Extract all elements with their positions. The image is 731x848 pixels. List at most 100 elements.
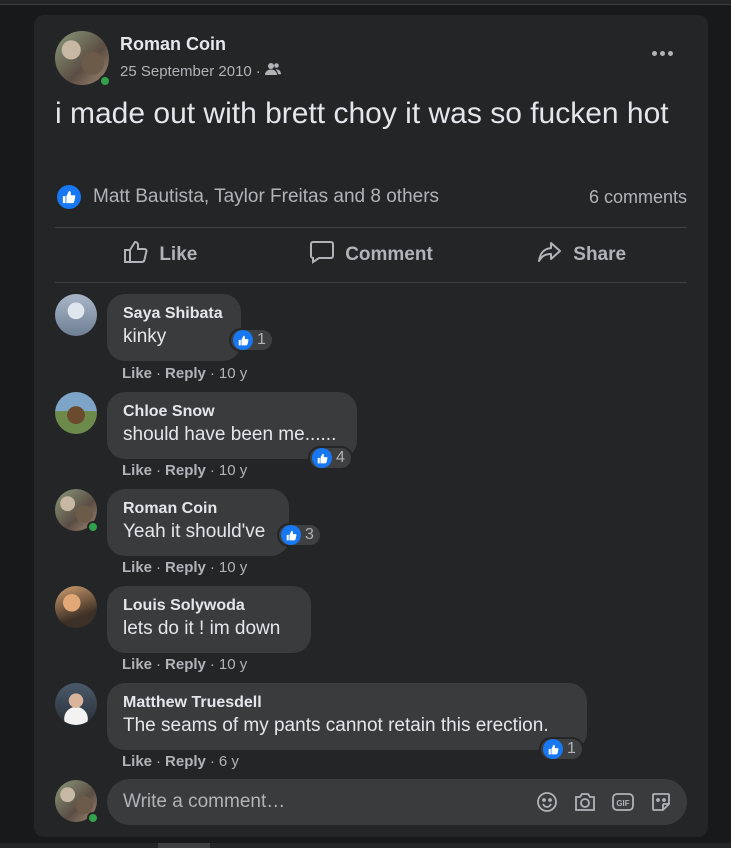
camera-icon[interactable] <box>573 790 597 814</box>
post-date[interactable]: 25 September 2010 <box>120 63 252 80</box>
separator: · <box>209 753 215 770</box>
post-meta: 25 September 2010 · <box>120 62 281 80</box>
comment-bubble-icon <box>309 240 335 270</box>
comment-label: Comment <box>345 243 433 265</box>
action-bar: Like Comment Share <box>55 227 687 282</box>
gif-icon[interactable]: GIF <box>611 790 635 814</box>
avatar-image <box>55 683 97 725</box>
composer-icons: GIF <box>535 790 673 814</box>
reaction-summary[interactable]: Matt Bautista, Taylor Freitas and 8 othe… <box>57 185 439 209</box>
commenter-avatar[interactable] <box>55 294 97 336</box>
like-reaction-icon <box>233 330 253 350</box>
comment-age[interactable]: 10 y <box>219 656 247 673</box>
commenter-avatar[interactable] <box>55 489 99 533</box>
separator: · <box>209 462 215 479</box>
bottom-bar <box>0 843 731 848</box>
online-indicator <box>87 812 99 824</box>
more-options-icon[interactable] <box>649 45 675 61</box>
post-author[interactable]: Roman Coin <box>120 34 226 55</box>
comment-like-link[interactable]: Like <box>122 656 152 673</box>
commenter-name[interactable]: Louis Solywoda <box>123 595 295 617</box>
comment-age[interactable]: 6 y <box>219 753 239 770</box>
post-card: Roman Coin 25 September 2010 · i made ou… <box>34 15 708 837</box>
emoji-icon[interactable] <box>535 790 559 814</box>
comment-reply-link[interactable]: Reply <box>165 753 206 770</box>
reaction-count: 1 <box>257 331 266 348</box>
separator: · <box>156 365 162 382</box>
comments-count[interactable]: 6 comments <box>589 187 687 208</box>
comment-input-box[interactable]: GIF <box>107 779 687 825</box>
share-arrow-icon <box>537 240 563 270</box>
reaction-count: 4 <box>336 449 345 466</box>
commenter-avatar[interactable] <box>55 683 97 725</box>
post-text: i made out with brett choy it was so fuc… <box>55 97 669 130</box>
commenter-name[interactable]: Chloe Snow <box>123 401 341 423</box>
comment-age[interactable]: 10 y <box>219 365 247 382</box>
avatar-image <box>55 294 97 336</box>
comment-reply-link[interactable]: Reply <box>165 559 206 576</box>
separator: · <box>209 365 215 382</box>
comment-age[interactable]: 10 y <box>219 462 247 479</box>
reaction-count: 3 <box>305 526 314 543</box>
like-label: Like <box>159 243 198 265</box>
like-reaction-icon <box>57 185 81 209</box>
svg-text:GIF: GIF <box>616 799 629 808</box>
comment-like-link[interactable]: Like <box>122 365 152 382</box>
comment-actions: Like · Reply · 10 y <box>122 365 247 382</box>
commenter-name[interactable]: Roman Coin <box>123 498 273 520</box>
scrollbar-thumb[interactable] <box>158 843 210 848</box>
comment-reply-link[interactable]: Reply <box>165 656 206 673</box>
comment-button[interactable]: Comment <box>266 227 477 282</box>
separator: · <box>156 559 162 576</box>
top-bar <box>0 0 731 5</box>
avatar-image <box>55 392 97 434</box>
comment-reaction-count[interactable]: 1 <box>229 328 274 352</box>
commenter-avatar[interactable] <box>55 586 97 628</box>
comment-actions: Like · Reply · 10 y <box>122 656 247 673</box>
comment-like-link[interactable]: Like <box>122 462 152 479</box>
comment-bubble: Louis Solywoda lets do it ! im down <box>107 586 311 653</box>
comment-bubble: Saya Shibata kinky <box>107 294 241 361</box>
comment-bubble: Roman Coin Yeah it should've <box>107 489 289 556</box>
comment-composer: GIF <box>55 777 687 825</box>
online-indicator <box>87 521 99 533</box>
comment-reply-link[interactable]: Reply <box>165 365 206 382</box>
my-avatar[interactable] <box>55 780 99 824</box>
avatar-image <box>55 586 97 628</box>
like-button[interactable]: Like <box>55 227 266 282</box>
commenter-name[interactable]: Matthew Truesdell <box>123 692 571 714</box>
like-reaction-icon <box>312 448 332 468</box>
commenter-avatar[interactable] <box>55 392 97 434</box>
comment-like-link[interactable]: Like <box>122 753 152 770</box>
commenter-name[interactable]: Saya Shibata <box>123 303 225 325</box>
like-reaction-icon <box>281 525 301 545</box>
meta-separator: · <box>255 62 261 80</box>
separator: · <box>209 559 215 576</box>
comment-reaction-count[interactable]: 3 <box>277 523 322 547</box>
comment-actions: Like · Reply · 10 y <box>122 462 247 479</box>
separator: · <box>156 753 162 770</box>
divider <box>55 282 687 283</box>
comment-reply-link[interactable]: Reply <box>165 462 206 479</box>
comment-age[interactable]: 10 y <box>219 559 247 576</box>
comment-text: lets do it ! im down <box>123 618 281 639</box>
share-label: Share <box>573 243 627 265</box>
comment-reaction-count[interactable]: 4 <box>308 446 353 470</box>
author-avatar[interactable] <box>55 31 111 87</box>
comment-text: kinky <box>123 326 167 347</box>
friends-audience-icon[interactable] <box>264 62 281 80</box>
separator: · <box>156 462 162 479</box>
comment-text: Yeah it should've <box>123 521 266 542</box>
separator: · <box>209 656 215 673</box>
reaction-names[interactable]: Matt Bautista, Taylor Freitas and 8 othe… <box>93 186 439 208</box>
share-button[interactable]: Share <box>476 227 687 282</box>
comment-input[interactable] <box>123 791 523 813</box>
sticker-icon[interactable] <box>649 790 673 814</box>
comment-text: The seams of my pants cannot retain this… <box>123 715 549 736</box>
comment-reaction-count[interactable]: 1 <box>539 737 584 761</box>
like-thumb-icon <box>123 240 149 270</box>
comment-like-link[interactable]: Like <box>122 559 152 576</box>
like-reaction-icon <box>543 739 563 759</box>
comment-actions: Like · Reply · 6 y <box>122 753 239 770</box>
reaction-count: 1 <box>567 740 576 757</box>
